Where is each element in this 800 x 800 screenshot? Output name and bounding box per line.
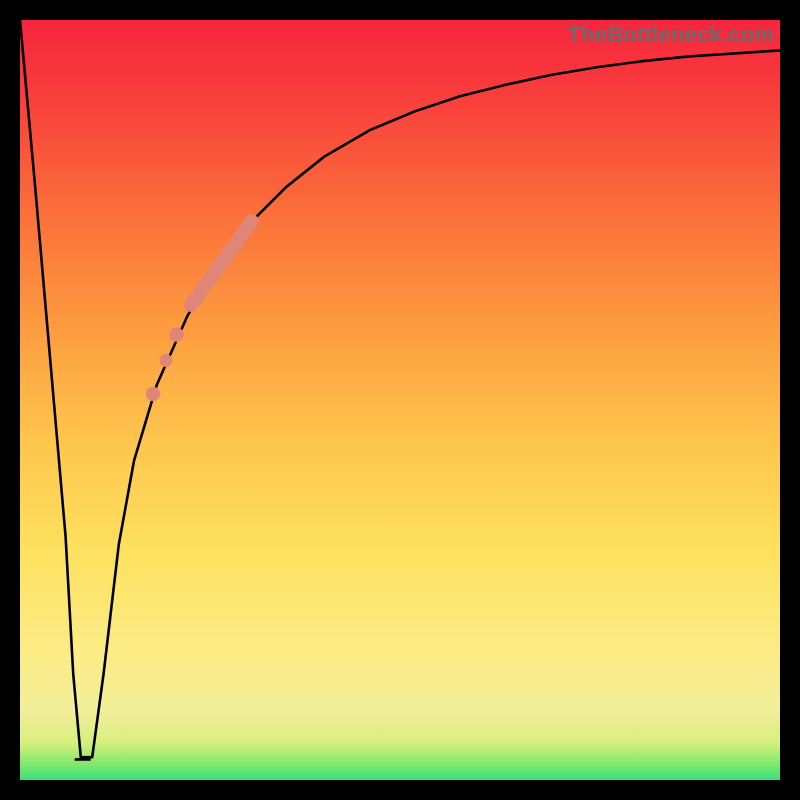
highlight-segment [191,221,252,305]
chart-frame: TheBottleneck.com [0,0,800,800]
dot-3 [146,387,160,401]
chart-svg [20,20,780,780]
dot-2 [159,354,172,367]
series-curve [20,20,780,757]
dot-1 [169,327,183,341]
plot-area: TheBottleneck.com [20,20,780,780]
